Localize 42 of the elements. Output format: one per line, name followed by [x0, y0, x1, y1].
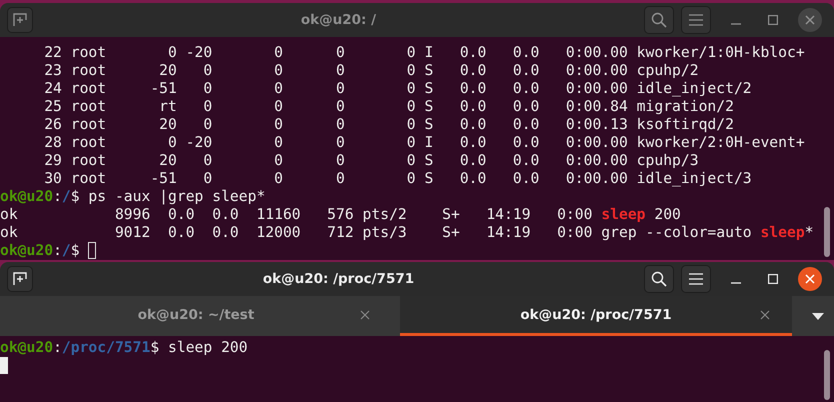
terminal-line: 23 root 20 0 0 0 0 S 0.0 0.0 0:00.00 cpuhp/2 — [43, 62, 699, 80]
scrollbar[interactable] — [824, 350, 830, 400]
new-tab-button[interactable] — [7, 266, 33, 292]
terminal-line: 30 root -51 0 0 0 0 S 0.0 0.0 0:00.00 idle_inject/3 — [43, 170, 752, 188]
terminal-line: ok@u20:/proc/7571$ sleep 200 — [0, 339, 248, 357]
new-tab-icon — [12, 12, 28, 28]
terminal-line: ok 8996 0.0 0.0 11160 576 pts/2 S+ 14:19 0:00 sleep 200 — [0, 206, 681, 224]
scrollbar[interactable] — [824, 207, 830, 257]
minimize-icon — [731, 282, 741, 284]
menu-icon — [689, 14, 703, 26]
new-tab-icon — [12, 271, 28, 287]
terminal-area[interactable] — [0, 37, 834, 260]
close-icon[interactable] — [360, 310, 370, 320]
terminal-line: ok@u20:/$ — [0, 242, 81, 260]
window-title: ok@u20: /proc/7571 — [262, 271, 416, 287]
close-button[interactable] — [798, 267, 822, 291]
terminal-area[interactable]: ok@u20:/proc/7571$ sleep 200 — [0, 336, 834, 402]
terminal-tab[interactable]: ok@u20: /proc/7571 — [400, 296, 792, 336]
terminal-line: 26 root 20 0 0 0 0 S 0.0 0.0 0:00.13 ksoftirqd/2 — [43, 116, 734, 134]
terminal-line: 22 root 0 -20 0 0 0 I 0.0 0.0 0:00.00 kworker/1:0H-kbloc+ — [43, 44, 805, 62]
terminal-line: ok@u20:/$ ps -aux |grep sleep* — [0, 188, 266, 206]
maximize-icon — [768, 274, 778, 284]
search-button[interactable] — [644, 265, 674, 293]
search-icon — [651, 12, 667, 28]
maximize-icon — [768, 15, 778, 25]
close-icon — [805, 274, 815, 284]
search-icon — [651, 271, 667, 287]
terminal-tab[interactable]: ok@u20: ~/test — [0, 296, 392, 336]
terminal-line: 28 root 0 -20 0 0 0 I 0.0 0.0 0:00.00 kworker/2:0H-event+ — [43, 134, 805, 152]
minimize-icon — [731, 23, 741, 25]
menu-icon — [689, 273, 703, 285]
text-cursor — [0, 357, 8, 374]
menu-button[interactable] — [681, 265, 711, 293]
terminal-line: ok 9012 0.0 0.0 12000 712 pts/3 S+ 14:19 0:00 grep --color=auto sleep* — [0, 224, 814, 242]
dropdown-caret-icon[interactable] — [812, 312, 824, 320]
close-icon — [805, 15, 815, 25]
text-cursor — [88, 242, 96, 259]
terminal-line: 29 root 20 0 0 0 0 S 0.0 0.0 0:00.00 cpuhp/3 — [43, 152, 699, 170]
window-title: ok@u20: / — [300, 12, 378, 28]
close-icon[interactable] — [760, 310, 770, 320]
terminal-line: 25 root rt 0 0 0 0 S 0.0 0.0 0:00.84 migration/2 — [43, 98, 734, 116]
terminal-line: 24 root -51 0 0 0 0 S 0.0 0.0 0:00.00 idle_inject/2 — [43, 80, 752, 98]
